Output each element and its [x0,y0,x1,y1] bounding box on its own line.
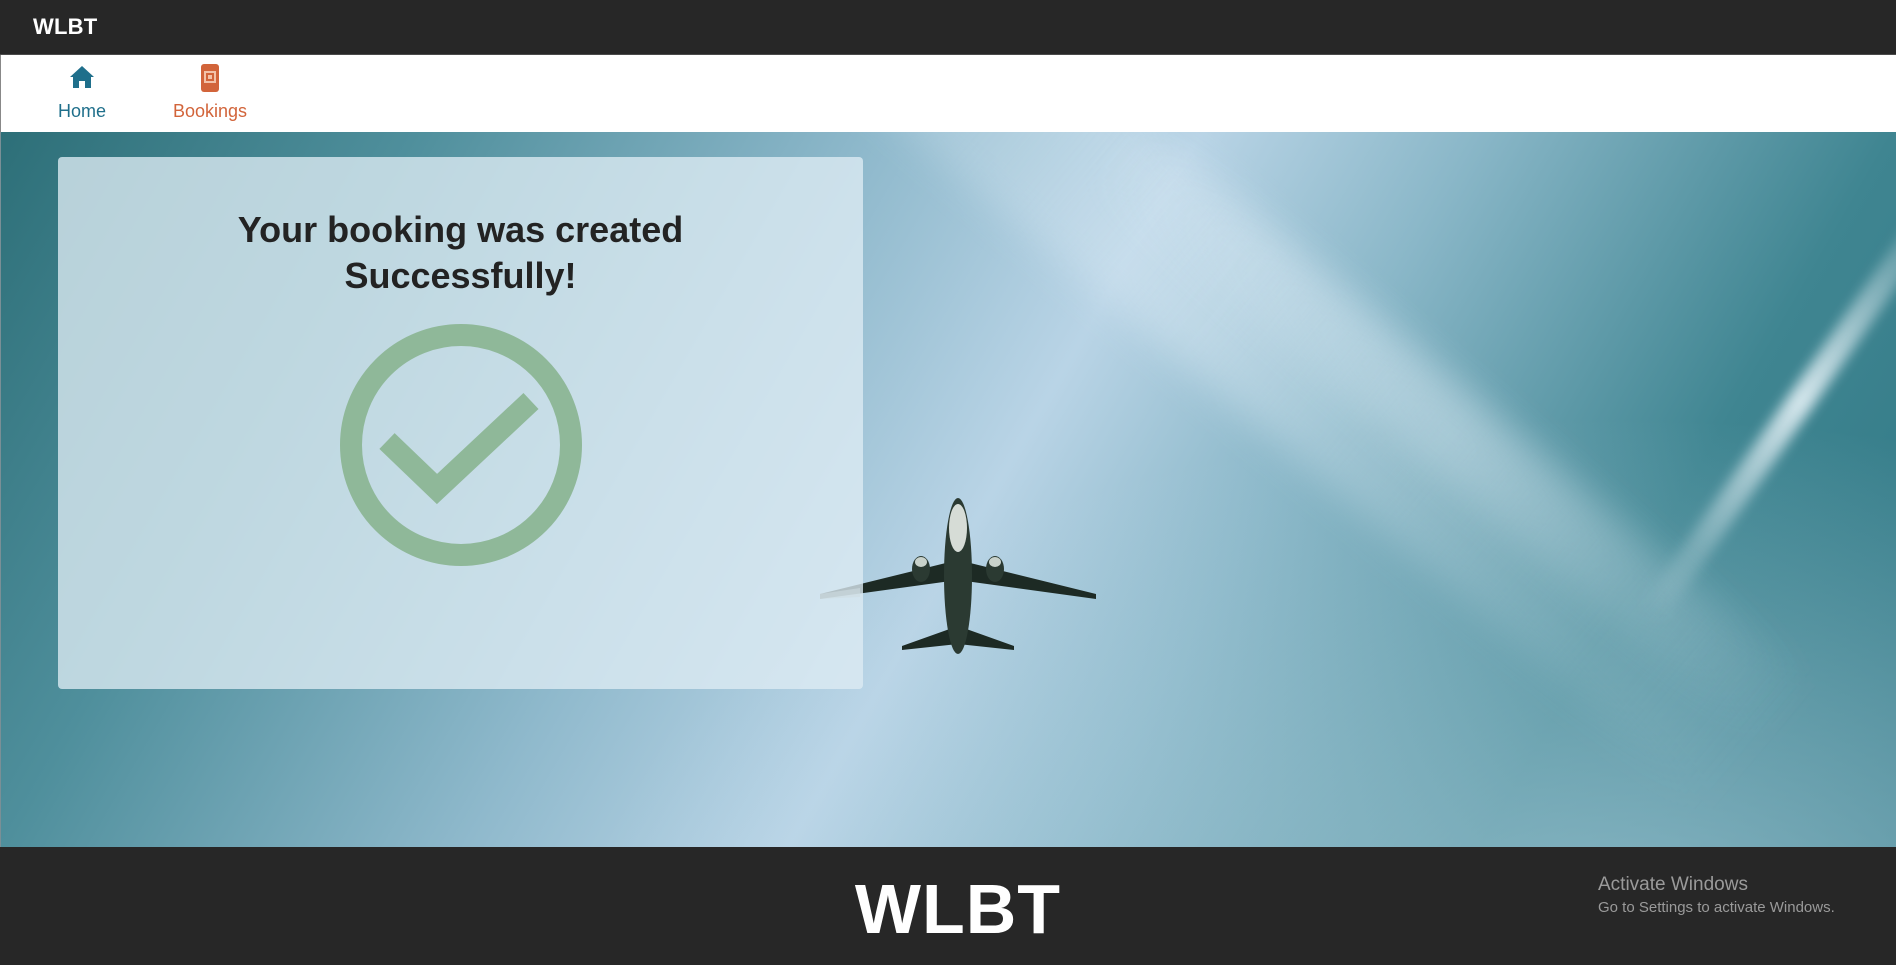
nav-item-home-label: Home [57,101,106,121]
activate-windows-subtitle: Go to Settings to activate Windows. [1598,899,1835,916]
nav-item-bookings[interactable]: Bookings [167,61,253,122]
nav-item-bookings-label: Bookings [172,101,248,121]
nav-bar: Home Bookings [0,55,1896,132]
check-circle-icon [339,324,582,566]
activate-windows-watermark: Activate Windows Go to Settings to activ… [1598,874,1835,916]
top-app-bar: WLBT [0,0,1896,55]
cloud-streak [1080,132,1822,752]
success-title: Your booking was created Successfully! [181,207,741,299]
app-brand[interactable]: WLBT [33,14,97,40]
home-icon [70,66,94,88]
page: WLBT Home Bookings Your booking was crea… [0,0,1896,965]
success-title-line2: Successfully! [344,255,577,296]
contrail [1640,181,1896,623]
activate-windows-title: Activate Windows [1598,874,1748,895]
bookings-icon [201,64,219,92]
success-title-line1: Your booking was created [237,209,684,250]
booking-success-card: Your booking was created Successfully! [58,157,863,689]
nav-item-home[interactable]: Home [51,61,113,122]
